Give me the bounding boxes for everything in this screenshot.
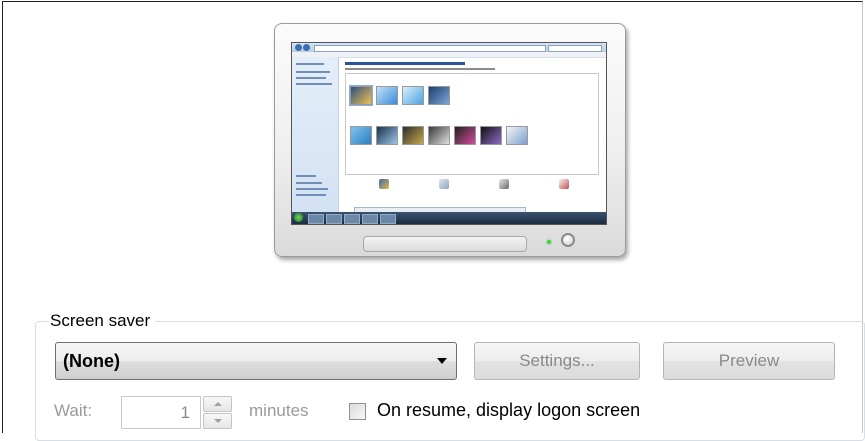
preview-taskbar-item [308,214,324,224]
preview-screensaver-icon [559,179,569,189]
preview-heading [345,62,465,65]
preview-theme-thumb [506,126,528,145]
preview-theme-thumb [454,126,476,145]
power-button-icon [561,233,575,247]
preview-taskbar-item [362,214,378,224]
monitor-screen [291,42,607,225]
screen-saver-group-label: Screen saver [49,311,156,331]
chevron-down-icon [437,358,447,364]
preview-taskbar [292,212,606,224]
logon-screen-checkbox[interactable] [349,403,366,420]
preview-button[interactable]: Preview [663,342,835,380]
preview-search-box [548,45,602,52]
preview-back-icon [295,44,302,51]
preview-taskbar-item [344,214,360,224]
preview-forward-icon [303,44,310,51]
preview-subheading [345,68,495,70]
preview-sidebar-line [296,77,326,79]
screen-saver-select[interactable]: (None) [55,342,457,380]
preview-theme-thumb [349,85,373,106]
arrow-up-icon [214,402,222,406]
spin-up-button[interactable] [203,396,232,412]
preview-sidebar-line [296,182,322,184]
preview-main-pane [339,57,606,212]
preview-titlebar [292,43,606,52]
preview-theme-thumb [428,126,450,145]
preview-sidebar [292,57,339,212]
minutes-label: minutes [249,401,309,420]
preview-taskbar-item [326,214,342,224]
settings-button[interactable]: Settings... [474,342,640,380]
preview-theme-thumb [480,126,502,145]
preview-sidebar-line [296,83,332,85]
preview-theme-thumb [402,126,424,145]
arrow-down-icon [214,419,222,423]
screen-saver-selected-value: (None) [63,351,120,371]
preview-sidebar-line [296,188,328,190]
preview-sidebar-line [296,194,326,196]
preview-start-icon [294,213,303,222]
monitor-bezel-panel [363,236,527,252]
preview-theme-thumb [376,126,398,145]
preview-address-bar [314,45,546,52]
preview-sidebar-line [296,71,330,73]
preview-theme-thumb [350,126,372,145]
preview-sounds-icon [499,179,509,189]
wait-label: Wait: [54,401,93,420]
wait-minutes-input[interactable]: 1 [121,396,201,429]
preview-taskbar-item [380,214,396,224]
preview-theme-thumb [428,86,450,105]
preview-desktop-background-icon [379,179,389,189]
monitor-preview [274,23,626,257]
logon-screen-checkbox-label[interactable]: On resume, display logon screen [377,400,640,421]
wait-minutes-spinner [203,396,232,429]
power-led-icon [547,240,551,244]
preview-sidebar-line [296,175,316,177]
preview-theme-thumb [402,86,424,105]
preview-window-color-icon [439,179,449,189]
spin-down-button[interactable] [203,413,232,429]
preview-theme-thumb [376,86,398,105]
preview-theme-gallery [345,73,599,175]
preview-sidebar-line [296,63,324,65]
